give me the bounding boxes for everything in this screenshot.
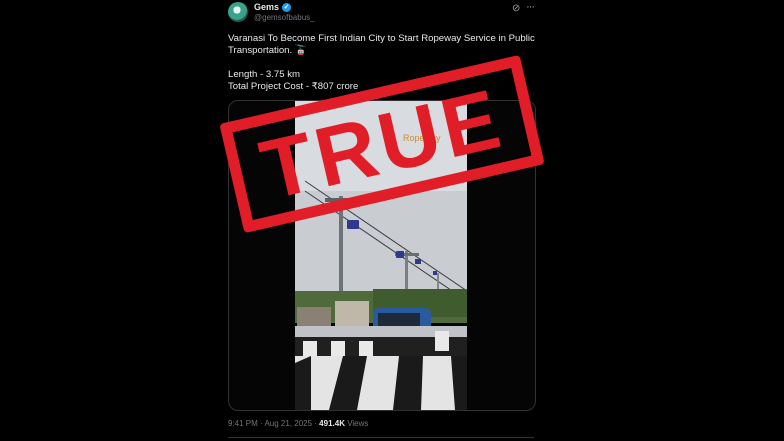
- grok-icon[interactable]: ⊘: [512, 3, 520, 14]
- avatar[interactable]: [228, 2, 248, 22]
- more-options-icon[interactable]: ···: [526, 1, 535, 13]
- tweet-meta: 9:41 PM · Aug 21, 2025 · 491.4K Views: [228, 419, 368, 428]
- display-name[interactable]: Gems: [254, 2, 279, 12]
- author-name[interactable]: Gems ✓: [254, 2, 292, 12]
- verified-badge-icon: ✓: [282, 2, 292, 12]
- tweet-text-line: Varanasi To Become First Indian City to …: [228, 33, 535, 56]
- views-label: Views: [344, 419, 369, 428]
- divider: [228, 437, 534, 438]
- author-handle[interactable]: @gemsofbabus_: [254, 13, 315, 22]
- views-count: 491.4K: [319, 419, 345, 428]
- timestamp[interactable]: 9:41 PM · Aug 21, 2025 ·: [228, 419, 319, 428]
